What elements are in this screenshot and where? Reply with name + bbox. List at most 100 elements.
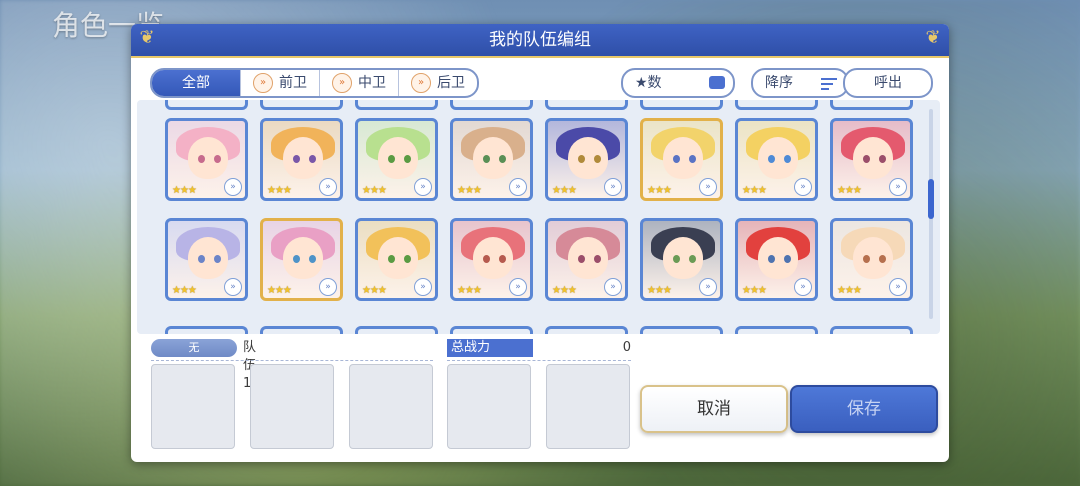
- team-slot-2[interactable]: [250, 364, 334, 449]
- character-eye: [483, 155, 490, 163]
- character-portrait: [758, 137, 798, 179]
- character-eye: [784, 155, 791, 163]
- character-card-partial[interactable]: [735, 100, 818, 110]
- character-eye: [499, 255, 506, 263]
- character-card[interactable]: ★★★ »: [450, 118, 533, 201]
- character-card-partial[interactable]: [640, 100, 723, 110]
- character-card-partial[interactable]: [260, 326, 343, 334]
- character-eye: [293, 255, 300, 263]
- character-portrait: [188, 137, 228, 179]
- team-slot-5[interactable]: [546, 364, 630, 449]
- star-rating: ★★★: [267, 285, 292, 296]
- character-card[interactable]: ★★★ »: [735, 218, 818, 301]
- sort-order-button[interactable]: 降序: [751, 68, 849, 98]
- chevron-right-icon: »: [604, 278, 622, 296]
- star-rating: ★★★: [267, 185, 292, 196]
- scrollbar-thumb[interactable]: [928, 179, 934, 219]
- tab-label: 全部: [182, 75, 210, 91]
- team-slot-3[interactable]: [349, 364, 433, 449]
- character-eye: [404, 155, 411, 163]
- character-eye: [198, 155, 205, 163]
- character-eye: [198, 255, 205, 263]
- character-card-partial[interactable]: [640, 326, 723, 334]
- position-filter-tabs: 全部 » 前卫 » 中卫 » 后卫: [150, 68, 479, 98]
- chevron-right-icon: »: [411, 73, 431, 93]
- character-portrait: [663, 137, 703, 179]
- chevron-right-icon: »: [509, 278, 527, 296]
- sort-icon: [821, 78, 837, 93]
- character-card-partial[interactable]: [545, 100, 628, 110]
- divider: [151, 360, 433, 361]
- character-card[interactable]: ★★★ »: [260, 218, 343, 301]
- character-card-partial[interactable]: [830, 326, 913, 334]
- character-card-partial[interactable]: [355, 326, 438, 334]
- character-card[interactable]: ★★★ »: [830, 118, 913, 201]
- character-card[interactable]: ★★★ »: [640, 118, 723, 201]
- chevron-right-icon: »: [319, 278, 337, 296]
- character-eye: [768, 255, 775, 263]
- chevron-right-icon: »: [699, 178, 717, 196]
- tab-rearguard[interactable]: » 后卫: [399, 70, 477, 96]
- divider: [447, 360, 631, 361]
- tab-midguard[interactable]: » 中卫: [320, 70, 399, 96]
- chevron-right-icon: »: [889, 278, 907, 296]
- character-card-partial[interactable]: [355, 100, 438, 110]
- tab-vanguard[interactable]: » 前卫: [241, 70, 320, 96]
- character-card[interactable]: ★★★ »: [165, 218, 248, 301]
- character-eye: [499, 155, 506, 163]
- chevron-right-icon: »: [794, 278, 812, 296]
- character-card[interactable]: ★★★ »: [735, 118, 818, 201]
- character-card-partial[interactable]: [735, 326, 818, 334]
- character-portrait: [188, 237, 228, 279]
- character-eye: [483, 255, 490, 263]
- call-out-button[interactable]: 呼出: [843, 68, 933, 98]
- character-eye: [879, 255, 886, 263]
- team-slot-1[interactable]: [151, 364, 235, 449]
- character-card[interactable]: ★★★ »: [450, 218, 533, 301]
- character-card[interactable]: ★★★ »: [830, 218, 913, 301]
- character-card[interactable]: ★★★ »: [640, 218, 723, 301]
- character-card-partial[interactable]: [830, 100, 913, 110]
- character-card-partial[interactable]: [450, 326, 533, 334]
- character-eye: [594, 155, 601, 163]
- character-eye: [578, 255, 585, 263]
- star-rating: ★★★: [837, 185, 862, 196]
- star-rating: ★★★: [742, 185, 767, 196]
- star-rating: ★★★: [172, 285, 197, 296]
- character-card[interactable]: ★★★ »: [545, 118, 628, 201]
- dialog-title: 我的队伍编组: [489, 30, 591, 50]
- chevron-right-icon: »: [414, 178, 432, 196]
- ornament-icon: ❦: [925, 27, 941, 48]
- character-eye: [863, 155, 870, 163]
- character-card[interactable]: ★★★ »: [355, 118, 438, 201]
- character-portrait: [758, 237, 798, 279]
- character-card[interactable]: ★★★ »: [545, 218, 628, 301]
- star-count-filter-button[interactable]: ★数: [621, 68, 735, 98]
- chevron-right-icon: »: [699, 278, 717, 296]
- chevron-right-icon: »: [794, 178, 812, 196]
- character-eye: [578, 155, 585, 163]
- star-rating: ★★★: [647, 285, 672, 296]
- character-card[interactable]: ★★★ »: [165, 118, 248, 201]
- ornament-icon: ❦: [139, 27, 155, 48]
- character-card-partial[interactable]: [165, 326, 248, 334]
- character-grid[interactable]: ★★★ » ★★★ » ★★★ » ★★★ » ★★★ » ★★★ » ★★★ » ★★★ » ★★★ » ★★★ »…: [137, 100, 940, 334]
- character-card-partial[interactable]: [545, 326, 628, 334]
- character-card[interactable]: ★★★ »: [260, 118, 343, 201]
- character-eye: [784, 255, 791, 263]
- character-card[interactable]: ★★★ »: [355, 218, 438, 301]
- cancel-button[interactable]: 取消: [640, 385, 788, 433]
- character-card-partial[interactable]: [450, 100, 533, 110]
- character-eye: [594, 255, 601, 263]
- save-button[interactable]: 保存: [790, 385, 938, 433]
- character-card-partial[interactable]: [260, 100, 343, 110]
- star-rating: ★★★: [742, 285, 767, 296]
- toggle-icon: [709, 76, 725, 89]
- tab-all[interactable]: 全部: [152, 70, 241, 96]
- character-eye: [768, 155, 775, 163]
- power-label: 总战力: [447, 339, 533, 357]
- character-card-partial[interactable]: [165, 100, 248, 110]
- team-slot-4[interactable]: [447, 364, 531, 449]
- power-value: 0: [622, 340, 631, 355]
- character-eye: [673, 155, 680, 163]
